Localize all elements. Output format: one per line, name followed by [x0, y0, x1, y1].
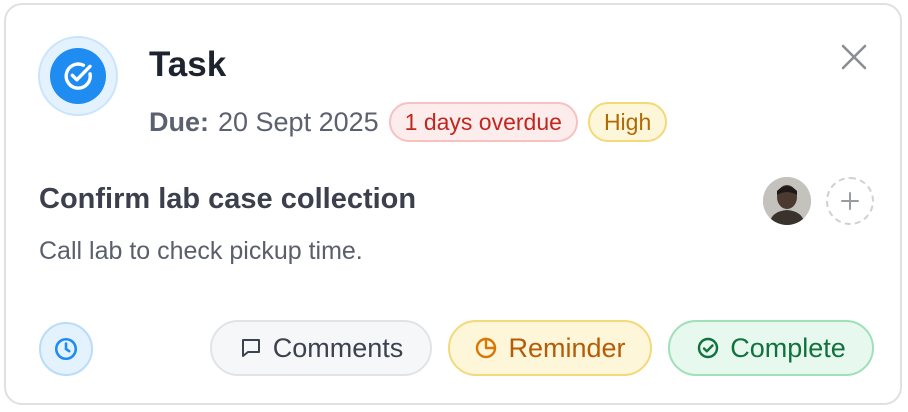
comments-button[interactable]: Comments — [210, 320, 432, 376]
timer-icon — [476, 337, 497, 359]
task-name: Confirm lab case collection — [39, 183, 417, 215]
task-description: Call lab to check pickup time. — [39, 237, 363, 265]
overdue-badge: 1 days overdue — [388, 102, 578, 142]
schedule-button[interactable] — [39, 322, 93, 376]
plus-icon — [841, 192, 859, 210]
reminder-label: Reminder — [508, 332, 626, 363]
complete-label: Complete — [730, 332, 846, 363]
message-square-icon — [241, 339, 260, 357]
close-button[interactable] — [836, 39, 872, 75]
comments-label: Comments — [272, 332, 404, 363]
priority-badge: High — [587, 102, 668, 142]
task-header-title: Task — [149, 45, 227, 84]
task-card: Task Due: 20 Sept 2025 1 days overdue Hi… — [4, 3, 902, 405]
close-icon[interactable] — [836, 39, 872, 75]
assignee-avatar[interactable] — [763, 177, 811, 225]
check-circle-icon — [698, 337, 719, 359]
complete-button[interactable]: Complete — [668, 320, 874, 376]
due-row: Due: 20 Sept 2025 1 days overdue High — [149, 100, 677, 144]
due-label: Due: — [149, 106, 209, 137]
due-date: 20 Sept 2025 — [218, 106, 379, 137]
clock-icon — [54, 337, 78, 361]
add-assignee-button[interactable] — [826, 177, 874, 225]
reminder-button[interactable]: Reminder — [448, 320, 652, 376]
task-check-icon — [38, 36, 118, 116]
